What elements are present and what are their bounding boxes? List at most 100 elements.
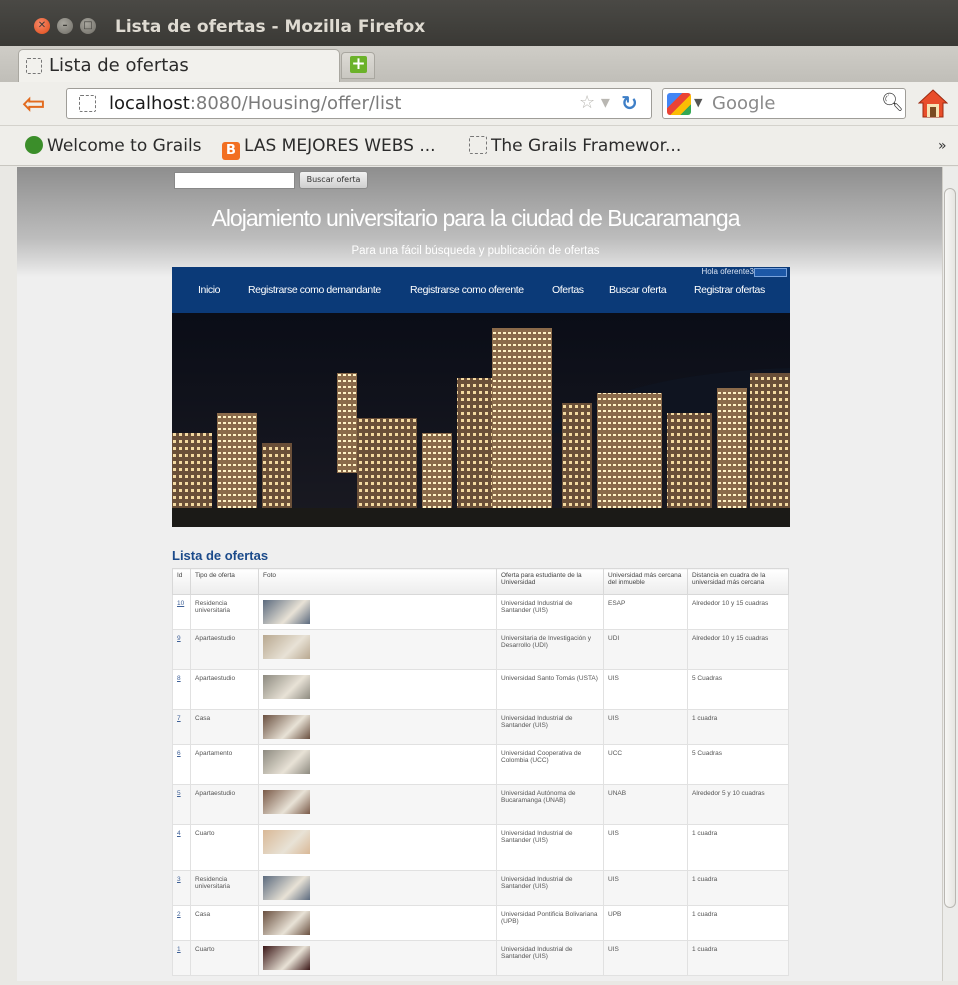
table-row: 3 Residencia universitaria Universidad Ind… — [172, 870, 789, 906]
search-offer-input[interactable] — [174, 172, 295, 189]
offer-photo[interactable] — [263, 830, 310, 854]
new-tab-button[interactable]: + — [341, 52, 375, 79]
offer-id-link[interactable]: 4 — [172, 824, 191, 871]
title-bar: ✕ – □ Lista de ofertas - Mozilla Firefox — [0, 0, 958, 46]
minimize-window-button[interactable]: – — [57, 18, 73, 34]
bookmark-star-icon[interactable]: ☆ ▾ — [579, 92, 610, 113]
bookmark-label: Welcome to Grails — [47, 136, 202, 156]
column-header-distancia[interactable]: Distancia en cuadra de la universidad má… — [687, 568, 789, 595]
table-row: 10 Residencia universitaria Universidad In… — [172, 594, 789, 630]
offer-photo-cell — [258, 784, 497, 825]
list-title: Lista de ofertas — [172, 548, 269, 563]
nearest-university: ESAP — [603, 594, 688, 630]
menu-item-registrarse-oferente[interactable]: Registrarse como oferente — [410, 284, 524, 296]
offer-university: Universidad Pontificia Bolivariana (UPB) — [496, 905, 604, 941]
offer-university: Universidad Santo Tomás (USTA) — [496, 669, 604, 710]
offer-id-link[interactable]: 5 — [172, 784, 191, 825]
offer-id-link[interactable]: 8 — [172, 669, 191, 710]
nearest-university: UDI — [603, 629, 688, 670]
offer-photo[interactable] — [263, 600, 310, 624]
search-bar[interactable]: ▼ Google 🔍︎ — [662, 88, 906, 119]
nearest-university: UIS — [603, 709, 688, 745]
bookmark-label: LAS MEJORES WEBS ... — [244, 136, 436, 156]
back-button[interactable]: ⇦ — [22, 90, 62, 118]
offer-photo[interactable] — [263, 790, 310, 814]
url-path: :8080/Housing/offer/list — [189, 93, 402, 114]
reload-icon[interactable]: ↻ — [621, 91, 638, 115]
bookmark-grails-framework[interactable]: The Grails Framewor... — [469, 136, 681, 156]
offer-type: Apartaestudio — [190, 629, 259, 670]
table-header-row: Id Tipo de oferta Foto Oferta para estud… — [172, 568, 789, 595]
offer-id-link[interactable]: 1 — [172, 940, 191, 976]
distance: 1 cuadra — [687, 870, 789, 906]
page-icon — [469, 136, 487, 154]
close-window-button[interactable]: ✕ — [34, 18, 50, 34]
bookmark-welcome-to-grails[interactable]: Welcome to Grails — [25, 136, 202, 156]
window-title: Lista de ofertas - Mozilla Firefox — [115, 17, 426, 37]
offer-type: Casa — [190, 709, 259, 745]
tab-strip: Lista de ofertas + — [0, 46, 958, 82]
offer-id-link[interactable]: 9 — [172, 629, 191, 670]
google-engine-icon[interactable] — [667, 93, 691, 115]
bookmark-las-mejores-webs[interactable]: B LAS MEJORES WEBS ... — [222, 136, 436, 160]
maximize-icon: □ — [83, 20, 93, 31]
home-icon[interactable] — [918, 88, 948, 120]
column-header-oferta[interactable]: Oferta para estudiante de la Universidad — [496, 568, 604, 595]
offer-id-link[interactable]: 10 — [172, 594, 191, 630]
offer-photo[interactable] — [263, 946, 310, 970]
offer-id-link[interactable]: 2 — [172, 905, 191, 941]
offer-photo[interactable] — [263, 911, 310, 935]
offer-photo[interactable] — [263, 715, 310, 739]
table-row: 8 Apartaestudio Universidad Santo Tomás (U… — [172, 669, 789, 710]
logout-button[interactable]: xxxxxx — [754, 268, 787, 277]
offer-photo-cell — [258, 594, 497, 630]
offer-university: Universidad Autónoma de Bucaramanga (UNA… — [496, 784, 604, 825]
tab-label: Lista de ofertas — [49, 55, 189, 76]
menu-item-buscar-oferta[interactable]: Buscar oferta — [609, 284, 667, 296]
column-header-id[interactable]: Id — [172, 568, 191, 595]
offer-university: Universidad Cooperativa de Colombia (UCC… — [496, 744, 604, 785]
nearest-university: UIS — [603, 824, 688, 871]
url-text[interactable]: localhost:8080/Housing/offer/list — [109, 93, 401, 114]
address-bar[interactable]: localhost:8080/Housing/offer/list ☆ ▾ ↻ — [66, 88, 652, 119]
greeting-text: Hola oferente3 — [701, 267, 754, 276]
offer-photo[interactable] — [263, 675, 310, 699]
distance: 1 cuadra — [687, 905, 789, 941]
offer-university: Universidad Industrial de Santander (UIS… — [496, 940, 604, 976]
menu-item-inicio[interactable]: Inicio — [198, 284, 221, 296]
offer-id-link[interactable]: 7 — [172, 709, 191, 745]
scrollbar-thumb[interactable] — [944, 188, 956, 908]
navigation-toolbar: ⇦ localhost:8080/Housing/offer/list ☆ ▾ … — [0, 82, 958, 126]
offer-university: Universidad Industrial de Santander (UIS… — [496, 824, 604, 871]
column-header-universidad[interactable]: Universidad más cercana del inmueble — [603, 568, 688, 595]
offer-photo[interactable] — [263, 876, 310, 900]
tab-lista-de-ofertas[interactable]: Lista de ofertas — [18, 49, 340, 82]
distance: Alrededor 5 y 10 cuadras — [687, 784, 789, 825]
table-row: 2 Casa Universidad Pontificia Bolivariana … — [172, 905, 789, 941]
offer-type: Residencia universitaria — [190, 870, 259, 906]
menu-item-registrarse-demandante[interactable]: Registrarse como demandante — [248, 284, 381, 296]
table-row: 7 Casa Universidad Industrial de Santander… — [172, 709, 789, 745]
offer-id-link[interactable]: 3 — [172, 870, 191, 906]
table-row: 6 Apartamento Universidad Cooperativa de C… — [172, 744, 789, 785]
more-bookmarks-icon[interactable]: » — [938, 138, 947, 154]
offer-id-link[interactable]: 6 — [172, 744, 191, 785]
offer-type: Apartaestudio — [190, 784, 259, 825]
column-header-tipo[interactable]: Tipo de oferta — [190, 568, 259, 595]
site-title: Alojamiento universitario para la ciudad… — [211, 205, 740, 231]
column-header-foto[interactable]: Foto — [258, 568, 497, 595]
offer-photo[interactable] — [263, 750, 310, 774]
offer-type: Apartamento — [190, 744, 259, 785]
browser-window: ✕ – □ Lista de ofertas - Mozilla Firefox… — [0, 0, 958, 985]
search-icon[interactable]: 🔍︎ — [881, 92, 904, 113]
maximize-window-button[interactable]: □ — [80, 18, 96, 34]
search-offer-button[interactable]: Buscar oferta — [299, 171, 368, 189]
menu-item-ofertas[interactable]: Ofertas — [552, 284, 584, 296]
chevron-down-icon[interactable]: ▼ — [694, 96, 702, 109]
plus-icon: + — [350, 54, 367, 74]
offer-type: Apartaestudio — [190, 669, 259, 710]
menu-item-registrar-ofertas[interactable]: Registrar ofertas — [694, 284, 765, 296]
distance: Alrededor 10 y 15 cuadras — [687, 629, 789, 670]
offer-photo[interactable] — [263, 635, 310, 659]
nearest-university: UNAB — [603, 784, 688, 825]
